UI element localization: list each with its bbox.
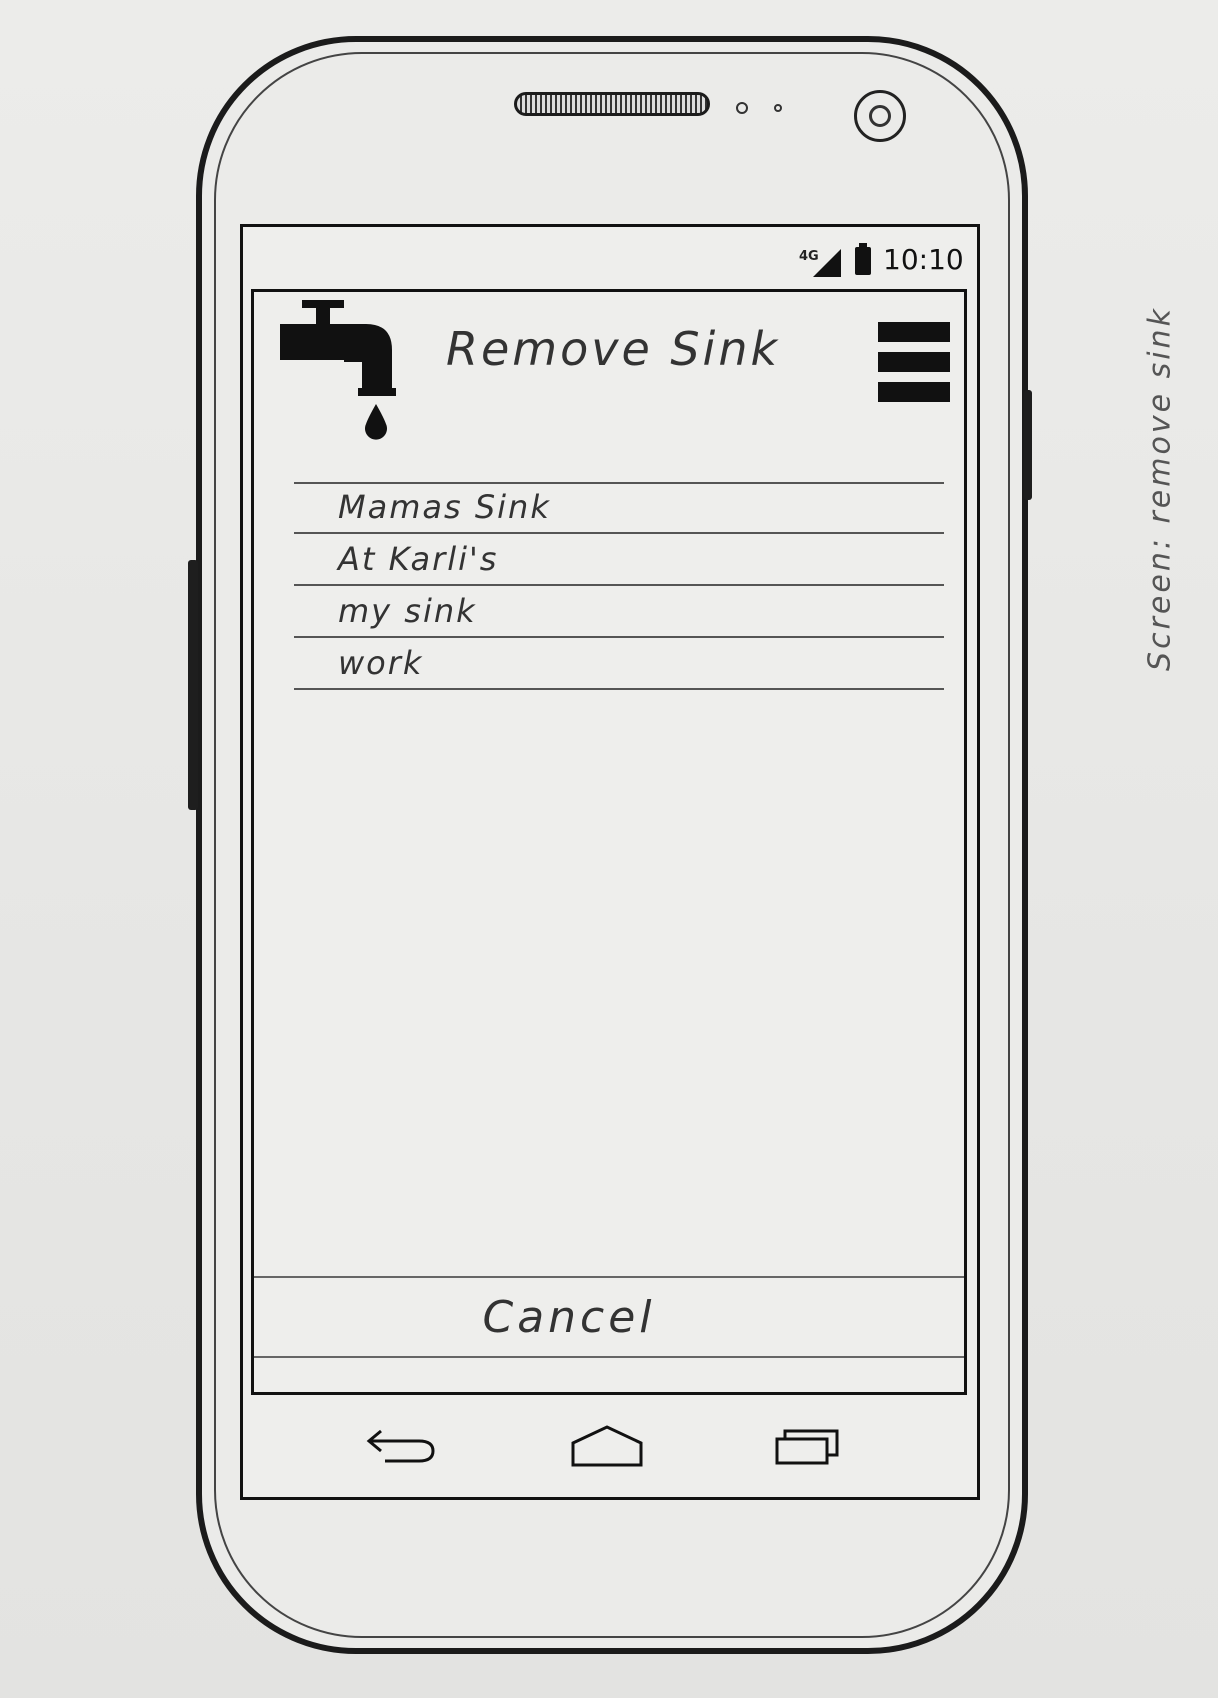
- hamburger-menu-icon[interactable]: [878, 322, 950, 412]
- faucet-icon: [280, 300, 396, 440]
- page-title: Remove Sink: [446, 322, 781, 376]
- recent-apps-icon[interactable]: [771, 1421, 851, 1471]
- proximity-sensor: [736, 102, 748, 114]
- battery-icon: [855, 243, 871, 275]
- navigation-bar: [243, 1399, 977, 1499]
- status-time: 10:10: [883, 243, 964, 276]
- cancel-label: Cancel: [482, 1291, 656, 1343]
- list-item[interactable]: work: [294, 638, 944, 690]
- front-camera: [854, 90, 906, 142]
- status-bar: 4G 10:10: [243, 227, 977, 287]
- sink-list: Mamas Sink At Karli's my sink work: [294, 482, 944, 690]
- screen-annotation: Screen: remove sink: [1140, 276, 1180, 706]
- earpiece-speaker: [514, 92, 710, 116]
- list-item[interactable]: my sink: [294, 586, 944, 638]
- screen-annotation-text: Screen: remove sink: [1142, 306, 1178, 671]
- home-icon[interactable]: [567, 1421, 647, 1471]
- menu-bar-middle: [878, 352, 950, 372]
- menu-bar-bottom: [878, 382, 950, 402]
- list-item[interactable]: At Karli's: [294, 534, 944, 586]
- list-item[interactable]: Mamas Sink: [294, 482, 944, 534]
- signal-strength-icon: [813, 249, 841, 277]
- app-bar: Remove Sink: [254, 292, 964, 442]
- cancel-button[interactable]: Cancel: [254, 1276, 964, 1358]
- volume-button: [188, 560, 198, 810]
- menu-bar-top: [878, 322, 950, 342]
- app-window: Remove Sink Mamas Sink At Karli's my sin…: [251, 289, 967, 1395]
- power-button: [1024, 390, 1032, 500]
- back-arrow-icon[interactable]: [363, 1421, 443, 1471]
- phone-screen: 4G 10:10 Remove Sink Mamas Sink At Karli…: [240, 224, 980, 1500]
- light-sensor: [774, 104, 782, 112]
